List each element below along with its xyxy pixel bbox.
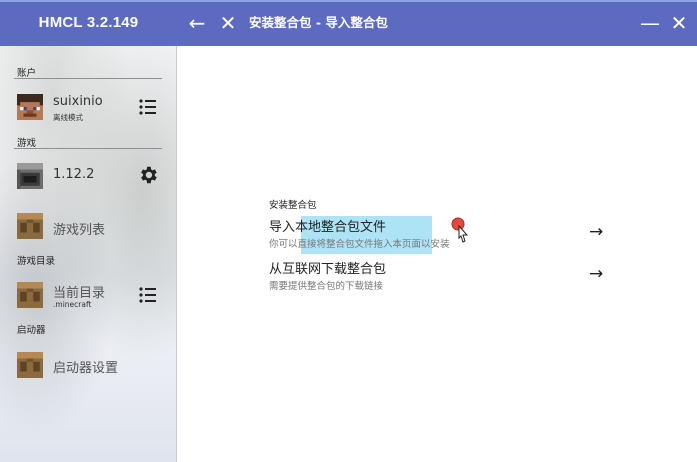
close-page-button[interactable]: ✕	[215, 2, 241, 46]
hand-cursor-icon	[451, 217, 469, 243]
back-arrow-icon: ←	[188, 11, 206, 35]
section-divider	[14, 78, 162, 79]
window-close-button[interactable]: ✕	[666, 2, 692, 46]
crafting-table-icon	[17, 282, 43, 308]
launcher-window: HMCL 3.2.149 ← ✕ 安装整合包 - 导入整合包 — ✕ 账户 su…	[0, 0, 697, 462]
directory-list-icon[interactable]	[137, 284, 159, 306]
current-directory-item[interactable]: 当前目录 .minecraft	[0, 274, 176, 314]
current-directory-name: 当前目录	[53, 286, 106, 301]
arrow-right-icon: →	[589, 264, 604, 284]
crafting-table-icon	[17, 352, 43, 378]
game-version-item[interactable]: 1.12.2	[0, 155, 176, 195]
option-title: 导入本地整合包文件	[269, 220, 387, 235]
minimize-icon: —	[640, 11, 660, 35]
game-list-label: 游戏列表	[53, 223, 106, 238]
launcher-settings-label: 启动器设置	[53, 361, 119, 376]
player-avatar-icon	[17, 94, 43, 120]
option-title: 从互联网下载整合包	[269, 262, 387, 277]
section-label-directory: 游戏目录	[17, 256, 56, 267]
section-label-launcher: 启动器	[17, 325, 46, 336]
group-title: 安装整合包	[269, 200, 317, 211]
gear-icon[interactable]	[137, 164, 159, 186]
close-icon: ✕	[219, 11, 237, 35]
section-label-game: 游戏	[17, 138, 37, 149]
minimize-button[interactable]: —	[637, 2, 663, 46]
app-title: HMCL 3.2.149	[38, 14, 139, 31]
account-item[interactable]: suixinio 离线模式	[0, 86, 176, 126]
crafting-table-icon	[17, 213, 43, 239]
arrow-right-icon: →	[589, 222, 604, 242]
page-title: 安装整合包 - 导入整合包	[249, 15, 388, 30]
title-bar: HMCL 3.2.149 ← ✕ 安装整合包 - 导入整合包 — ✕	[0, 0, 697, 46]
main-content: 安装整合包 导入本地整合包文件 你可以直接将整合包文件拖入本页面以安装 → 从互…	[177, 46, 697, 462]
account-name: suixinio	[53, 94, 103, 109]
import-local-modpack-option[interactable]: 导入本地整合包文件 你可以直接将整合包文件拖入本页面以安装 →	[265, 216, 610, 254]
section-label-account: 账户	[17, 68, 37, 79]
account-mode: 离线模式	[53, 113, 83, 122]
option-description: 需要提供整合包的下载链接	[269, 281, 384, 292]
game-list-item[interactable]: 游戏列表	[0, 206, 176, 246]
window-close-icon: ✕	[670, 11, 688, 35]
option-description: 你可以直接将整合包文件拖入本页面以安装	[269, 239, 450, 250]
back-button[interactable]: ←	[184, 2, 210, 46]
section-divider	[14, 148, 162, 149]
furnace-block-icon	[17, 163, 43, 189]
download-modpack-option[interactable]: 从互联网下载整合包 需要提供整合包的下载链接 →	[265, 258, 610, 296]
current-directory-path: .minecraft	[53, 300, 92, 309]
game-version-name: 1.12.2	[53, 167, 95, 182]
sidebar: 账户 suixinio 离线模式 游戏 1.12.2 游戏列表 游戏目录 当前目…	[0, 46, 177, 462]
account-list-icon[interactable]	[137, 96, 159, 118]
launcher-settings-item[interactable]: 启动器设置	[0, 345, 176, 385]
